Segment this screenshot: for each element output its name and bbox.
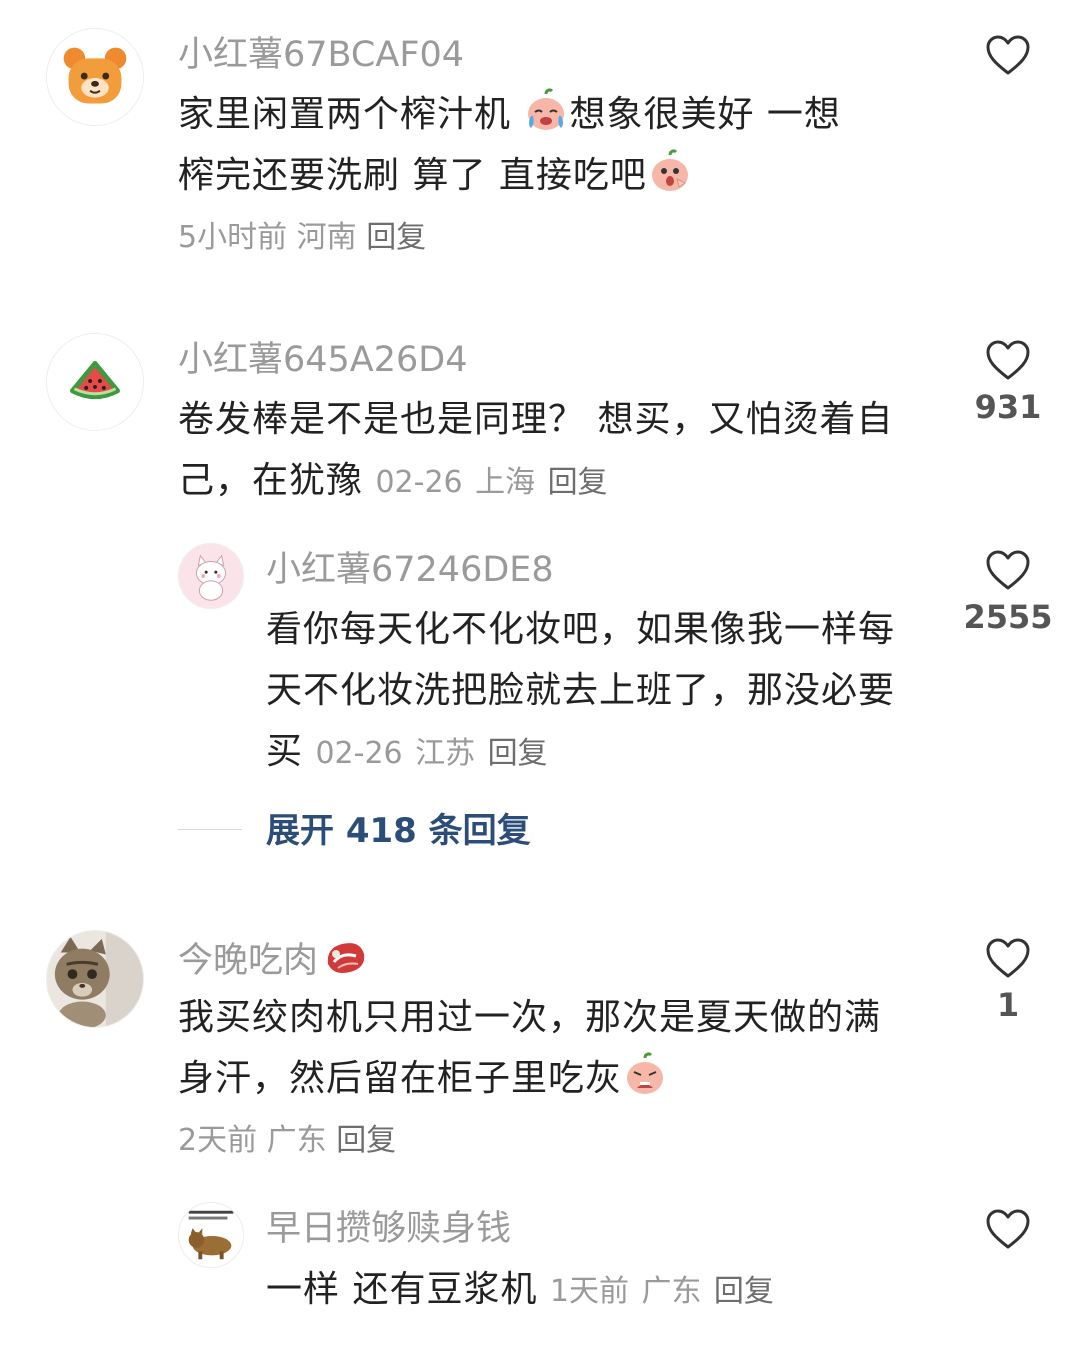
white-cat-icon [179,544,243,608]
like-button[interactable]: 1 [968,937,1048,1025]
like-count: 931 [974,388,1042,426]
heart-icon [986,938,1030,978]
bear-icon [47,29,143,125]
like-count: 2555 [963,598,1053,636]
comment-text: 我买绞肉机只用过一次，那次是夏天做的满 身汗，然后留在柜子里吃灰 [178,987,938,1109]
reply-text-line: 一样 还有豆浆机 [266,1269,538,1310]
avatar[interactable] [178,543,244,609]
comment-text: 家里闲置两个榨汁机 想象很美好 一想 榨完还要洗刷 算了 直接吃吧 [178,84,918,206]
reply-time: 02-26 [315,736,403,771]
like-button[interactable]: 2555 [960,549,1056,637]
watermelon-icon [47,334,143,430]
heart-icon [986,340,1030,380]
comment-location: 河南 [296,220,357,255]
heart-icon [986,35,1030,75]
expand-replies-label[interactable]: 展开 418 条回复 [266,808,531,854]
reply-location: 广东 [641,1274,702,1309]
crying-peach-emoji-icon [528,88,565,130]
reply-button[interactable]: 回复 [336,1123,396,1158]
sad-peach-emoji-icon [627,1052,664,1094]
reply-button[interactable]: 回复 [488,736,548,771]
comment-time: 5小时前 [178,220,288,255]
reply-location: 江苏 [415,736,476,771]
cat-meme-icon [179,1203,243,1267]
comment-text-line: 卷发棒是不是也是同理？ 想买，又怕烫着自 [178,399,894,440]
reply-text-line: 看你每天化不化妆吧，如果像我一样每 [266,609,896,650]
avatar[interactable] [178,1202,244,1268]
comment-text-line: 榨完还要洗刷 算了 直接吃吧 [178,155,647,196]
like-button[interactable]: 931 [968,339,1048,427]
comment-text-line: 家里闲置两个榨汁机 [178,94,524,135]
reply-text: 一样 还有豆浆机 1天前 广东 回复 [266,1259,946,1322]
shocked-peach-emoji-icon [651,149,688,191]
reply-button[interactable]: 回复 [548,465,608,500]
avatar[interactable] [46,28,144,126]
comment-time: 2天前 [178,1123,258,1158]
reply-button[interactable]: 回复 [366,220,426,255]
username[interactable]: 小红薯645A26D4 [178,337,468,383]
reply-time: 1天前 [549,1274,629,1309]
comment-time: 02-26 [375,465,463,500]
username[interactable]: 今晚吃肉 [178,934,368,984]
username[interactable]: 小红薯67BCAF04 [178,32,464,78]
reply-text-line: 买 [266,731,304,772]
comment-meta: 5小时前 河南 回复 [178,218,426,258]
comment-text-line: 想象很美好 一想 [569,94,841,135]
username[interactable]: 小红薯67246DE8 [266,547,554,593]
comment-location: 广东 [266,1123,327,1158]
comment-location: 上海 [475,465,536,500]
comment-text-line: 己，在犹豫 [178,460,364,501]
comment-text: 卷发棒是不是也是同理？ 想买，又怕烫着自 己，在犹豫 02-26 上海 回复 [178,389,938,513]
divider [178,829,242,830]
username-text[interactable]: 今晚吃肉 [178,941,318,981]
like-count: 1 [996,986,1020,1024]
reply-text: 看你每天化不化妆吧，如果像我一样每 天不化妆洗把脸就去上班了，那没必要 买 02… [266,599,946,784]
avatar[interactable] [46,333,144,431]
heart-icon [986,1209,1030,1249]
comment-text-line: 我买绞肉机只用过一次，那次是夏天做的满 [178,997,882,1038]
username[interactable]: 早日攒够赎身钱 [266,1206,511,1252]
heart-icon [986,550,1030,590]
reply-text-line: 天不化妆洗把脸就去上班了，那没必要 [266,670,896,711]
cat-photo-icon [47,931,143,1027]
like-button[interactable] [968,34,1048,76]
reply-button[interactable]: 回复 [714,1274,774,1309]
comment-text-line: 身汗，然后留在柜子里吃灰 [178,1058,623,1099]
steak-icon [327,943,365,973]
avatar[interactable] [46,930,144,1028]
comment-meta: 2天前 广东 回复 [178,1121,396,1161]
like-button[interactable] [968,1208,1048,1250]
